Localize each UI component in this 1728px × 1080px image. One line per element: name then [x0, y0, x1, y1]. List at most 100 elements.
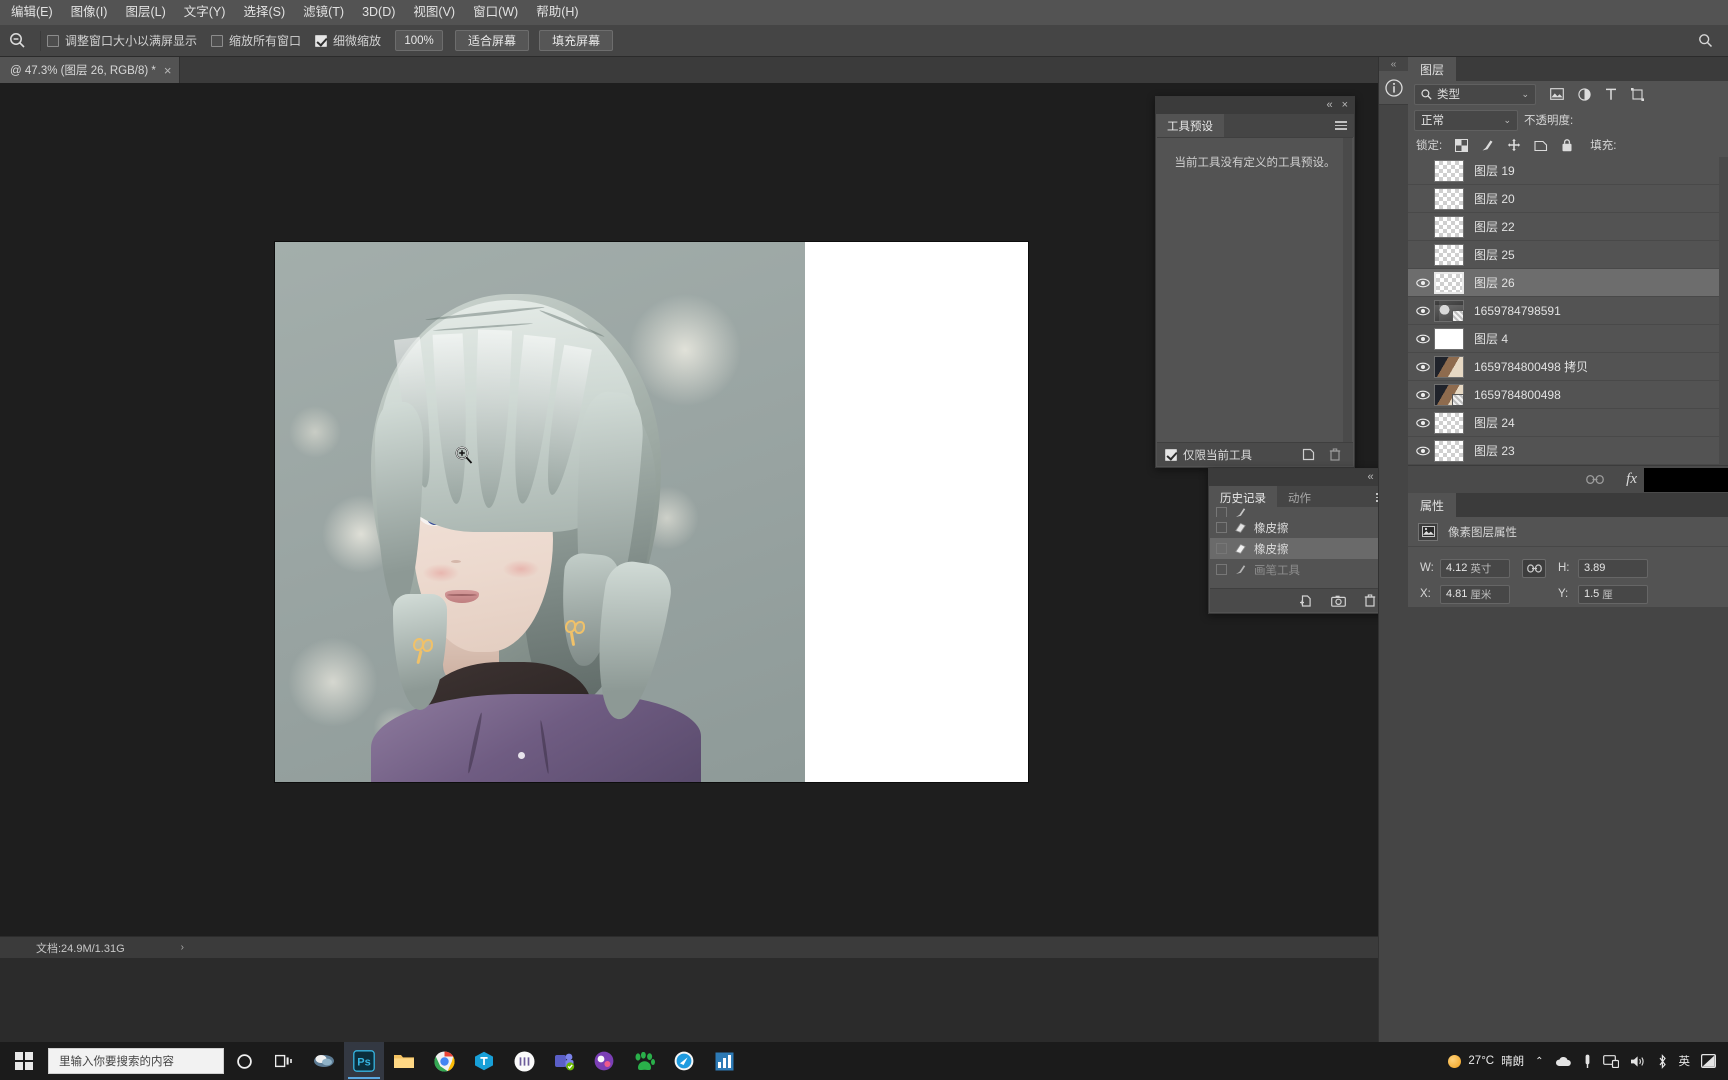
weather-widget[interactable]: 27°C 晴朗 [1448, 1053, 1524, 1069]
notification-icon[interactable] [1701, 1054, 1716, 1068]
menu-3d[interactable]: 3D(D) [353, 0, 404, 25]
cloud-icon[interactable] [1555, 1056, 1572, 1067]
menu-select[interactable]: 选择(S) [234, 0, 294, 25]
chart-app-icon[interactable] [704, 1042, 744, 1080]
taskbar-search-input[interactable]: 里输入你要搜索的内容 [48, 1048, 224, 1074]
lock-position-icon[interactable] [1507, 138, 1521, 152]
layer-row[interactable]: 图层 25 [1408, 241, 1728, 269]
tool-presets-scrollbar[interactable] [1343, 138, 1352, 442]
history-snapshot-box[interactable] [1216, 543, 1227, 554]
history-list[interactable]: 橡皮擦 橡皮擦 画笔工具 [1210, 507, 1394, 588]
history-snapshot-box[interactable] [1216, 564, 1227, 575]
history-row-partial[interactable] [1210, 507, 1394, 517]
link-icon[interactable] [1522, 558, 1546, 578]
tab-layers[interactable]: 图层 [1408, 57, 1457, 81]
collapse-icon[interactable]: « [1326, 100, 1332, 111]
resize-window-box[interactable] [47, 34, 59, 47]
layer-thumbnail[interactable] [1434, 271, 1464, 294]
lock-transparency-icon[interactable] [1455, 138, 1469, 152]
tencent-docs-icon[interactable] [464, 1042, 504, 1080]
layer-row[interactable]: 1659784798591 [1408, 297, 1728, 325]
layer-row[interactable]: 图层 23 [1408, 437, 1728, 465]
task-view-icon[interactable] [264, 1042, 304, 1080]
fx-icon[interactable]: fx [1626, 471, 1637, 488]
layer-list-scrollbar[interactable] [1719, 157, 1728, 465]
camera-icon[interactable] [1331, 595, 1346, 607]
chevron-down-icon[interactable]: ⌄ [1521, 89, 1529, 100]
new-preset-icon[interactable] [1302, 448, 1315, 461]
layer-filter-select[interactable]: 类型 ⌄ [1414, 83, 1536, 105]
tray-expand-icon[interactable]: ⌃ [1535, 1056, 1543, 1067]
menu-filter[interactable]: 滤镜(T) [294, 0, 353, 25]
layer-row[interactable]: 图层 22 [1408, 213, 1728, 241]
tab-history[interactable]: 历史记录 [1209, 486, 1277, 509]
tab-properties[interactable]: 属性 [1408, 493, 1457, 517]
blend-mode-select[interactable]: 正常 ⌄ [1414, 109, 1518, 131]
fill-screen-button[interactable]: 填充屏幕 [539, 30, 614, 51]
document-tab[interactable]: @ 47.3% (图层 26, RGB/8) * × [0, 57, 181, 83]
layer-list[interactable]: 图层 19 图层 20 图层 22 图层 25 图层 26 1659784798… [1408, 157, 1728, 465]
x-field[interactable]: 4.81 厘米 [1440, 584, 1510, 604]
trash-icon[interactable] [1329, 448, 1341, 461]
display-icon[interactable] [1602, 1054, 1619, 1068]
eye-icon[interactable] [1412, 306, 1434, 316]
resize-window-checkbox[interactable]: 调整窗口大小以满屏显示 [47, 32, 197, 49]
menu-layer[interactable]: 图层(L) [116, 0, 174, 25]
layer-row[interactable]: 图层 20 [1408, 185, 1728, 213]
windows-start-icon[interactable] [0, 1042, 48, 1080]
bluetooth-icon[interactable] [1657, 1053, 1668, 1069]
history-titlebar[interactable]: « × [1209, 469, 1395, 486]
menu-type[interactable]: 文字(Y) [175, 0, 235, 25]
menu-window[interactable]: 窗口(W) [464, 0, 527, 25]
tab-actions[interactable]: 动作 [1277, 486, 1322, 509]
lock-artboard-icon[interactable] [1534, 139, 1548, 152]
eye-icon[interactable] [1412, 446, 1434, 456]
status-expand-icon[interactable]: › [181, 942, 184, 953]
width-field[interactable]: 4.12 英寸 [1440, 558, 1510, 578]
zoom-all-windows-checkbox[interactable]: 缩放所有窗口 [211, 32, 301, 49]
qq-browser-icon[interactable] [664, 1042, 704, 1080]
layer-row[interactable]: 1659784800498 拷贝 [1408, 353, 1728, 381]
only-current-tool-checkbox[interactable] [1165, 448, 1177, 461]
panel-menu-icon[interactable] [1335, 114, 1347, 137]
eye-icon[interactable] [1412, 362, 1434, 372]
cortana-icon[interactable] [224, 1042, 264, 1080]
trash-icon[interactable] [1364, 594, 1376, 607]
close-icon[interactable]: × [164, 64, 172, 77]
menu-image[interactable]: 图像(I) [62, 0, 117, 25]
battery-icon[interactable] [1583, 1054, 1592, 1069]
history-row-selected[interactable]: 橡皮擦 [1210, 538, 1394, 559]
pixel-filter-icon[interactable] [1550, 88, 1564, 100]
layer-row[interactable]: 图层 4 [1408, 325, 1728, 353]
link-layers-icon[interactable] [1586, 474, 1605, 485]
eye-icon[interactable] [1412, 278, 1434, 288]
lock-all-icon[interactable] [1561, 138, 1573, 152]
fit-screen-button[interactable]: 适合屏幕 [455, 30, 530, 51]
close-icon[interactable]: × [1342, 100, 1348, 111]
scrubby-zoom-box[interactable] [315, 34, 328, 47]
layer-thumbnail[interactable] [1434, 439, 1464, 462]
history-snapshot-box[interactable] [1216, 522, 1227, 533]
adjustment-filter-icon[interactable] [1578, 87, 1591, 101]
ime-indicator[interactable]: 英 [1679, 1053, 1691, 1069]
mail-app-icon[interactable] [304, 1042, 344, 1080]
volume-icon[interactable] [1630, 1055, 1646, 1068]
history-row[interactable]: 橡皮擦 [1210, 517, 1394, 538]
teams-icon[interactable] [544, 1042, 584, 1080]
menu-view[interactable]: 视图(V) [404, 0, 464, 25]
search-icon[interactable] [1688, 25, 1722, 57]
layer-thumbnail[interactable] [1434, 355, 1464, 378]
layer-row[interactable]: 图层 24 [1408, 409, 1728, 437]
layer-thumbnail[interactable] [1434, 299, 1464, 322]
menu-edit[interactable]: 编辑(E) [2, 0, 62, 25]
eye-icon[interactable] [1412, 334, 1434, 344]
history-row-dim[interactable]: 画笔工具 [1210, 559, 1394, 580]
eye-icon[interactable] [1412, 418, 1434, 428]
layer-row[interactable]: 1659784800498 [1408, 381, 1728, 409]
layer-thumbnail[interactable] [1434, 411, 1464, 434]
chevron-down-icon[interactable]: ⌄ [1503, 115, 1511, 126]
y-field[interactable]: 1.5 厘 [1578, 584, 1648, 604]
history-snapshot-box[interactable] [1216, 507, 1227, 517]
collapse-icon[interactable]: « [1379, 57, 1408, 71]
chrome-icon[interactable] [424, 1042, 464, 1080]
